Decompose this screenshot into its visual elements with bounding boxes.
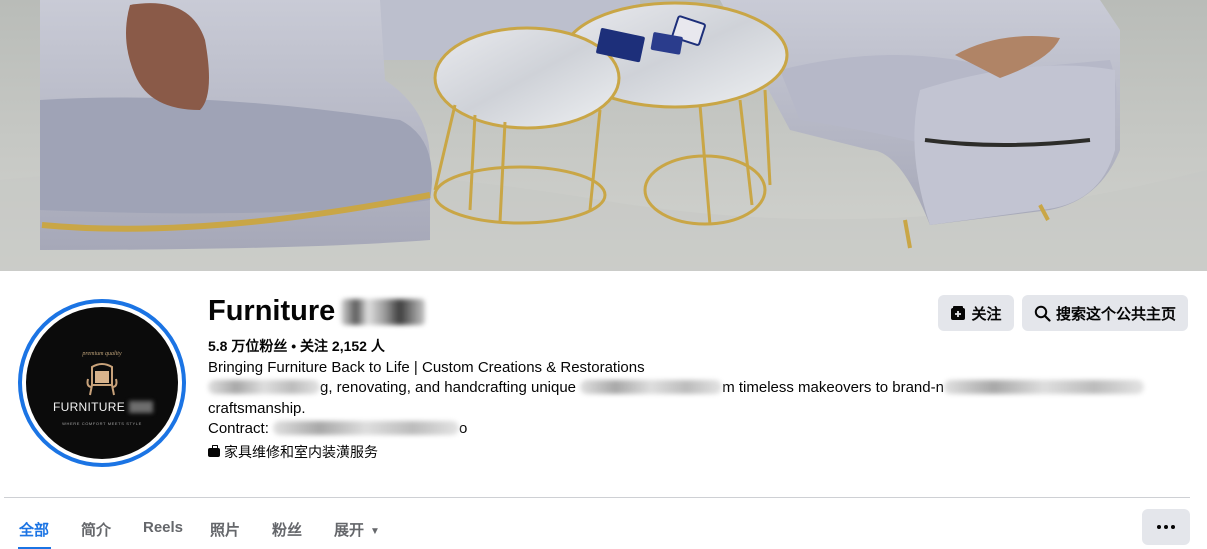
contact-tail: o [459,420,468,437]
profile-tabs: 全部 简介 Reels 照片 粉丝 展开 ▼ [0,498,1207,549]
chair-logo-icon [86,363,118,396]
bio-line-2: g, renovating, and handcrafting unique m… [208,379,1144,396]
follower-stats[interactable]: 5.8 万位粉丝 • 关注 2,152 人 [208,336,385,356]
tab-about[interactable]: 简介 [81,519,111,540]
tab-followers[interactable]: 粉丝 [272,519,302,540]
profile-header: premium quality FURNITURE WHERE COMFORT … [0,271,1207,549]
avatar-redaction [129,401,153,413]
contact-redaction [273,421,460,435]
avatar-tagline: WHERE COMFORT MEETS STYLE [62,421,142,426]
category-label: 家具维修和室内装潢服务 [224,444,378,460]
avatar-brand-text: FURNITURE [53,400,126,414]
bio-line-2-part2: m timeless makeovers to brand-n [722,379,944,396]
tab-more-label: 展开 [334,522,365,539]
search-icon [1034,305,1051,322]
bio-redaction [580,380,723,394]
caret-down-icon: ▼ [370,526,380,537]
bio-line-3: craftsmanship. [208,400,306,417]
search-page-button[interactable]: 搜索这个公共主页 [1022,295,1188,331]
contact-label: Contract: [208,420,269,437]
bio-line-2-part1: g, renovating, and handcrafting unique [320,379,577,396]
tab-photos[interactable]: 照片 [210,519,240,540]
page-category: 家具维修和室内装潢服务 [208,442,378,462]
page-title-redaction [341,298,426,325]
cover-photo[interactable] [0,0,1207,271]
tab-reels[interactable]: Reels [143,519,183,536]
follow-icon [950,305,966,321]
bio-redaction [943,380,1144,394]
search-label: 搜索这个公共主页 [1055,305,1176,323]
avatar-top-text: premium quality [82,351,122,357]
bio-line-1: Bringing Furniture Back to Life | Custom… [208,359,645,376]
more-dots-icon [1157,525,1175,529]
profile-avatar[interactable]: premium quality FURNITURE WHERE COMFORT … [18,299,186,467]
cover-photo-image [0,0,1207,271]
follow-button[interactable]: 关注 [938,295,1014,331]
more-options-button[interactable] [1142,509,1190,545]
follow-label: 关注 [971,305,1002,323]
tab-all[interactable]: 全部 [19,519,49,540]
tab-more[interactable]: 展开 ▼ [334,519,380,540]
page-title-row: Furniture [208,295,426,328]
avatar-logo: premium quality FURNITURE WHERE COMFORT … [26,307,178,459]
bio-redaction [208,380,320,394]
briefcase-icon [208,444,220,457]
bio-line-4: Contract: o [208,420,467,437]
page-title[interactable]: Furniture [208,295,335,328]
